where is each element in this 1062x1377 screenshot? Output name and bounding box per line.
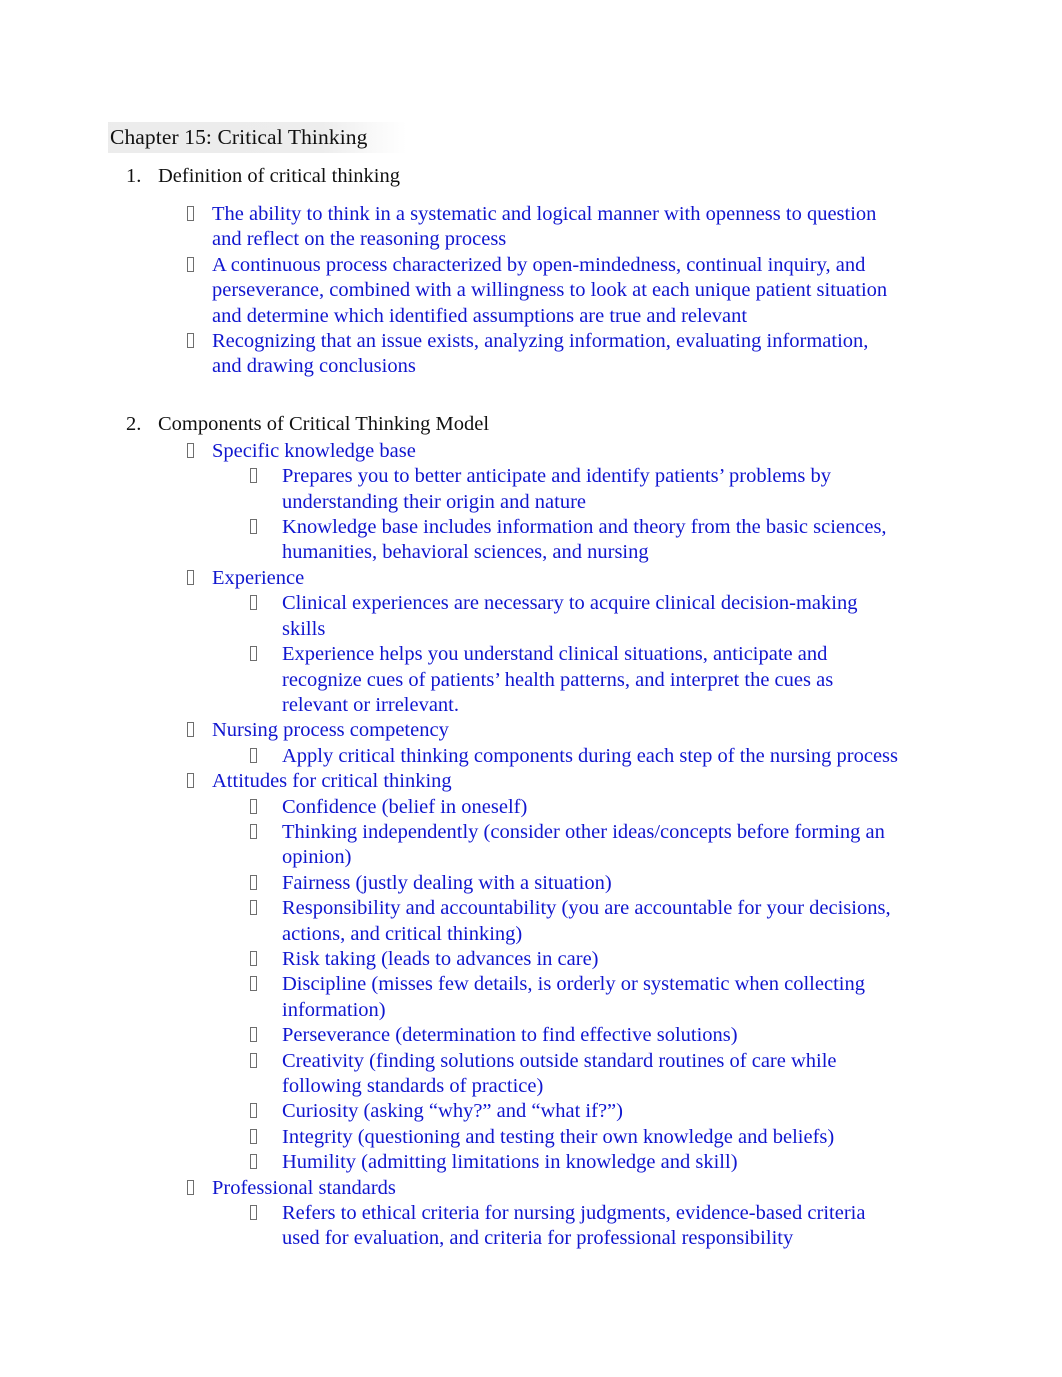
outline-item-text: A continuous process characterized by op… bbox=[212, 253, 888, 327]
outline-subitem-text: Refers to ethical criteria for nursing j… bbox=[282, 1202, 866, 1250]
heading-spacer bbox=[0, 191, 1062, 202]
outline-item-level3: Curiosity (asking “why?” and “what if?”) bbox=[0, 1099, 1062, 1124]
bullet-glyph-icon bbox=[187, 333, 194, 349]
bullet-glyph-icon bbox=[250, 1103, 257, 1119]
outline-item-text: Professional standards bbox=[212, 1176, 396, 1199]
bullet-glyph-icon bbox=[250, 798, 257, 814]
outline-item-level2: The ability to think in a systematic and… bbox=[0, 202, 1062, 253]
bullet-glyph-icon bbox=[187, 569, 194, 585]
outline-subitem-text: Knowledge base includes information and … bbox=[282, 516, 887, 564]
bullet-glyph-icon bbox=[250, 747, 257, 763]
outline-item-level3: Creativity (finding solutions outside st… bbox=[0, 1049, 1062, 1100]
document-page: Chapter 15: Critical Thinking 1. Definiti… bbox=[0, 0, 1062, 1377]
outline-subitem-text: Fairness (justly dealing with a situatio… bbox=[282, 871, 612, 894]
outline-subitem-text: Perseverance (determination to find effe… bbox=[282, 1024, 738, 1047]
outline-subitem-text: Clinical experiences are necessary to ac… bbox=[282, 592, 858, 640]
outline-subitem-text: Humility (admitting limitations in knowl… bbox=[282, 1151, 738, 1174]
bullet-glyph-icon bbox=[250, 950, 257, 966]
bullet-glyph-icon bbox=[187, 256, 194, 272]
bullet-glyph-icon bbox=[250, 1052, 257, 1068]
outline-item-level3: Integrity (questioning and testing their… bbox=[0, 1125, 1062, 1150]
outline-item-text: Specific knowledge base bbox=[212, 439, 416, 462]
bullet-glyph-icon bbox=[250, 1027, 257, 1043]
bullet-glyph-icon bbox=[250, 1154, 257, 1170]
outline-subitem-text: Experience helps you understand clinical… bbox=[282, 643, 834, 716]
outline-item-text: Nursing process competency bbox=[212, 719, 449, 742]
outline-item-level3: Knowledge base includes information and … bbox=[0, 515, 1062, 566]
bullet-glyph-icon bbox=[187, 442, 194, 458]
outline-item-level3: Experience helps you understand clinical… bbox=[0, 642, 1062, 718]
outline-subitem-text: Prepares you to better anticipate and id… bbox=[282, 465, 831, 513]
bullet-glyph-icon bbox=[250, 646, 257, 662]
outline-item-level3: Clinical experiences are necessary to ac… bbox=[0, 591, 1062, 642]
section-heading-label: Components of Critical Thinking Model bbox=[158, 412, 490, 435]
bullet-glyph-icon bbox=[250, 595, 257, 611]
bullet-glyph-icon bbox=[250, 1128, 257, 1144]
document-outline: 1. Definition of critical thinking The abi… bbox=[0, 162, 1062, 1252]
outline-subitem-text: Apply critical thinking components durin… bbox=[282, 744, 899, 767]
section-number: 1. bbox=[126, 165, 142, 187]
outline-item-text: Recognizing that an issue exists, analyz… bbox=[212, 330, 869, 378]
bullet-glyph-icon bbox=[187, 1179, 194, 1195]
outline-item-level3: Risk taking (leads to advances in care) bbox=[0, 947, 1062, 972]
bullet-glyph-icon bbox=[250, 1205, 257, 1221]
outline-item-level2: Professional standards bbox=[0, 1176, 1062, 1201]
outline-item-level2: Experience bbox=[0, 566, 1062, 591]
bullet-glyph-icon bbox=[250, 823, 257, 839]
page-title: Chapter 15: Critical Thinking bbox=[108, 122, 408, 153]
bullet-glyph-icon bbox=[250, 900, 257, 916]
bullet-glyph-icon bbox=[187, 722, 194, 738]
section-heading-label: Definition of critical thinking bbox=[158, 165, 400, 187]
outline-item-level3: Apply critical thinking components durin… bbox=[0, 744, 1062, 769]
outline-item-level3: Responsibility and accountability (you a… bbox=[0, 896, 1062, 947]
outline-item-level3: Humility (admitting limitations in knowl… bbox=[0, 1150, 1062, 1175]
outline-item-level3: Refers to ethical criteria for nursing j… bbox=[0, 1201, 1062, 1252]
outline-subitem-text: Curiosity (asking “why?” and “what if?”) bbox=[282, 1100, 623, 1123]
outline-item-level3: Discipline (misses few details, is order… bbox=[0, 972, 1062, 1023]
outline-item-level2: A continuous process characterized by op… bbox=[0, 253, 1062, 329]
outline-item-level2: Specific knowledge base bbox=[0, 439, 1062, 464]
outline-item-level2: Nursing process competency bbox=[0, 718, 1062, 743]
outline-subitem-text: Thinking independently (consider other i… bbox=[282, 820, 885, 869]
section-heading: 2. Components of Critical Thinking Model bbox=[0, 410, 1062, 438]
document-title-row: Chapter 15: Critical Thinking bbox=[108, 122, 568, 153]
outline-item-level3: Prepares you to better anticipate and id… bbox=[0, 464, 1062, 515]
bullet-glyph-icon bbox=[187, 773, 194, 789]
bullet-glyph-icon bbox=[250, 519, 257, 535]
outline-item-level3: Fairness (justly dealing with a situatio… bbox=[0, 871, 1062, 896]
outline-subitem-text: Discipline (misses few details, is order… bbox=[282, 973, 865, 1021]
outline-item-level3: Thinking independently (consider other i… bbox=[0, 820, 1062, 871]
outline-item-text: Attitudes for critical thinking bbox=[212, 770, 452, 793]
outline-subitem-text: Integrity (questioning and testing their… bbox=[282, 1125, 835, 1148]
outline-item-text: Experience bbox=[212, 566, 305, 589]
bullet-glyph-icon bbox=[250, 468, 257, 484]
bullet-glyph-icon bbox=[187, 206, 194, 221]
outline-item-level2: Attitudes for critical thinking bbox=[0, 769, 1062, 794]
bullet-glyph-icon bbox=[250, 874, 257, 890]
outline-item-level3: Perseverance (determination to find effe… bbox=[0, 1023, 1062, 1048]
section-heading: 1. Definition of critical thinking bbox=[0, 162, 1062, 190]
section-number: 2. bbox=[126, 412, 142, 435]
bullet-glyph-icon bbox=[250, 976, 257, 992]
outline-item-level2: Recognizing that an issue exists, analyz… bbox=[0, 329, 1062, 380]
outline-subitem-text: Creativity (finding solutions outside st… bbox=[282, 1049, 837, 1097]
outline-subitem-text: Responsibility and accountability (you a… bbox=[282, 897, 891, 945]
outline-subitem-text: Risk taking (leads to advances in care) bbox=[282, 947, 599, 970]
outline-subitem-text: Confidence (belief in oneself) bbox=[282, 795, 528, 818]
outline-item-text: The ability to think in a systematic and… bbox=[212, 203, 877, 251]
outline-item-level3: Confidence (belief in oneself) bbox=[0, 795, 1062, 820]
